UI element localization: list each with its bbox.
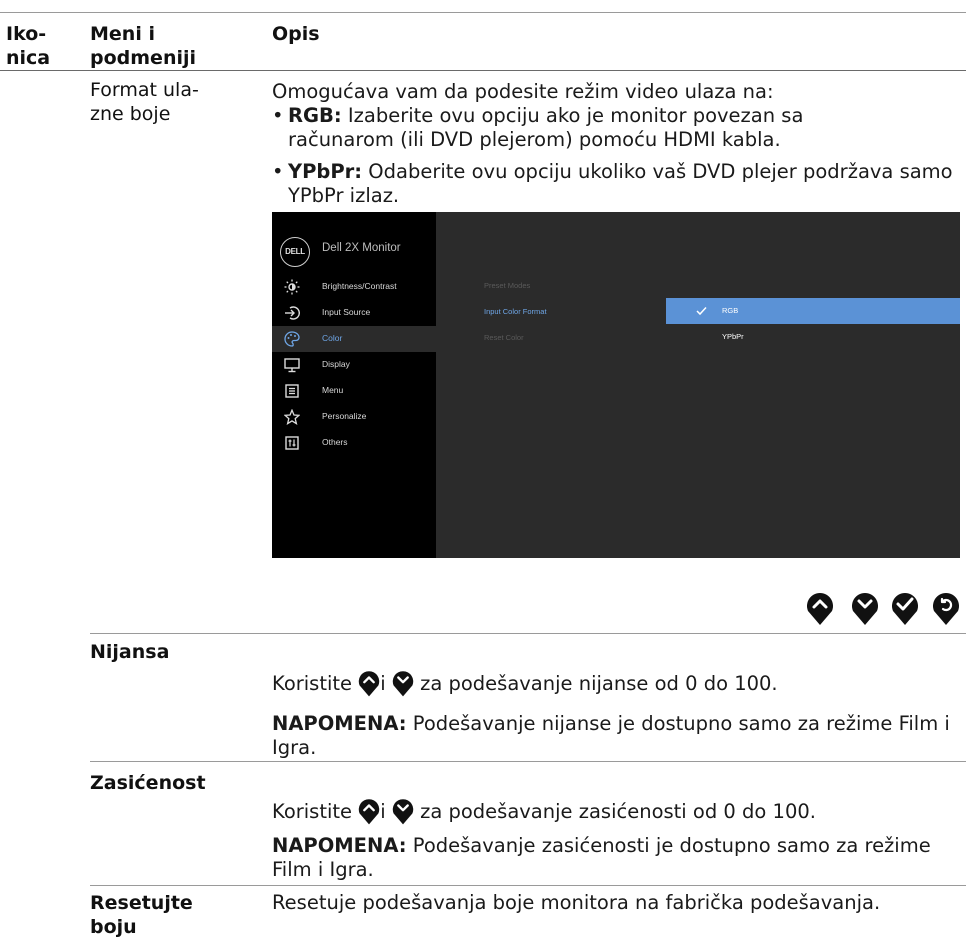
row-rule-3 [90,885,966,886]
osd-main-panel: Preset Modes Input Color Format Reset Co… [436,212,960,558]
up-icon [359,671,380,697]
row-hue-note: NAPOMENA: Podešavanje nijanse je dostupn… [272,712,950,759]
row-hue-name: Nijansa [90,641,170,663]
osd-item-label: Input Source [322,307,371,317]
osd-item-brightness[interactable]: Brightness/Contrast [272,274,436,300]
osd-item-label: Brightness/Contrast [322,281,397,291]
header-rule [0,70,966,71]
osd-item-others[interactable]: Others [272,430,436,456]
osd-item-display[interactable]: Display [272,352,436,378]
brightness-icon [284,279,300,295]
osd-screenshot: DELL Dell 2X Monitor Brightness/Contrast… [272,212,960,558]
color-icon [284,331,300,347]
osd-option-rgb-selected[interactable]: RGB [666,298,960,324]
row-rule-2 [90,761,966,762]
row-reset-name: Resetujte boju [90,892,193,938]
osd-item-menu[interactable]: Menu [272,378,436,404]
osd-item-color[interactable]: Color [272,326,436,352]
row-saturation-name: Zasićenost [90,772,206,794]
display-icon [284,358,300,373]
down-icon [392,671,414,697]
row-format-ypbpr: • YPbPr: Odaberite ovu opciju ukoliko va… [272,160,953,207]
osd-item-label: Others [322,437,348,447]
check-icon [892,593,918,625]
up-icon [359,799,380,825]
row-saturation-usage: Koristite i za podešavanje zasićenosti o… [272,796,816,826]
osd-title: Dell 2X Monitor [322,242,401,254]
back-icon [933,593,959,625]
others-icon [285,436,299,450]
row-reset-text: Resetuje podešavanja boje monitora na fa… [272,891,881,914]
osd-sub-preset-modes[interactable]: Preset Modes [484,281,530,290]
down-icon [852,593,878,625]
osd-sidebar: DELL Dell 2X Monitor Brightness/Contrast… [272,212,436,558]
dell-logo: DELL [280,237,310,267]
osd-item-label: Color [322,333,343,343]
up-icon [807,593,833,625]
osd-item-label: Display [322,359,350,369]
osd-item-personalize[interactable]: Personalize [272,404,436,430]
osd-item-input-source[interactable]: Input Source [272,300,436,326]
row-saturation-note: NAPOMENA: Podešavanje zasićenosti je dos… [272,834,931,881]
header-icon-col: Iko- nica [6,23,51,69]
input-source-icon [285,306,300,320]
header-desc-col: Opis [272,23,320,45]
osd-option-ypbpr[interactable]: YPbPr [722,332,744,341]
osd-item-label: Menu [322,385,344,395]
osd-sub-reset-color[interactable]: Reset Color [484,333,524,342]
down-icon [392,799,414,825]
menu-icon [285,384,299,398]
top-rule [0,12,966,13]
osd-item-label: Personalize [322,411,367,421]
row-format-name: Format ula- zne boje [90,79,199,125]
row-format-intro: Omogućava vam da podesite režim video ul… [272,80,774,103]
star-icon [284,409,300,425]
row-hue-usage: Koristite i za podešavanje nijanse od 0 … [272,668,778,698]
header-menu-col: Meni i podmeniji [90,23,197,69]
checkmark-icon [696,306,707,316]
osd-option-rgb: RGB [722,306,739,315]
row-rule-1 [90,633,966,634]
row-format-rgb: • RGB: Izaberite ovu opciju ako je monit… [272,104,804,151]
osd-sub-input-color-format[interactable]: Input Color Format [484,307,547,316]
